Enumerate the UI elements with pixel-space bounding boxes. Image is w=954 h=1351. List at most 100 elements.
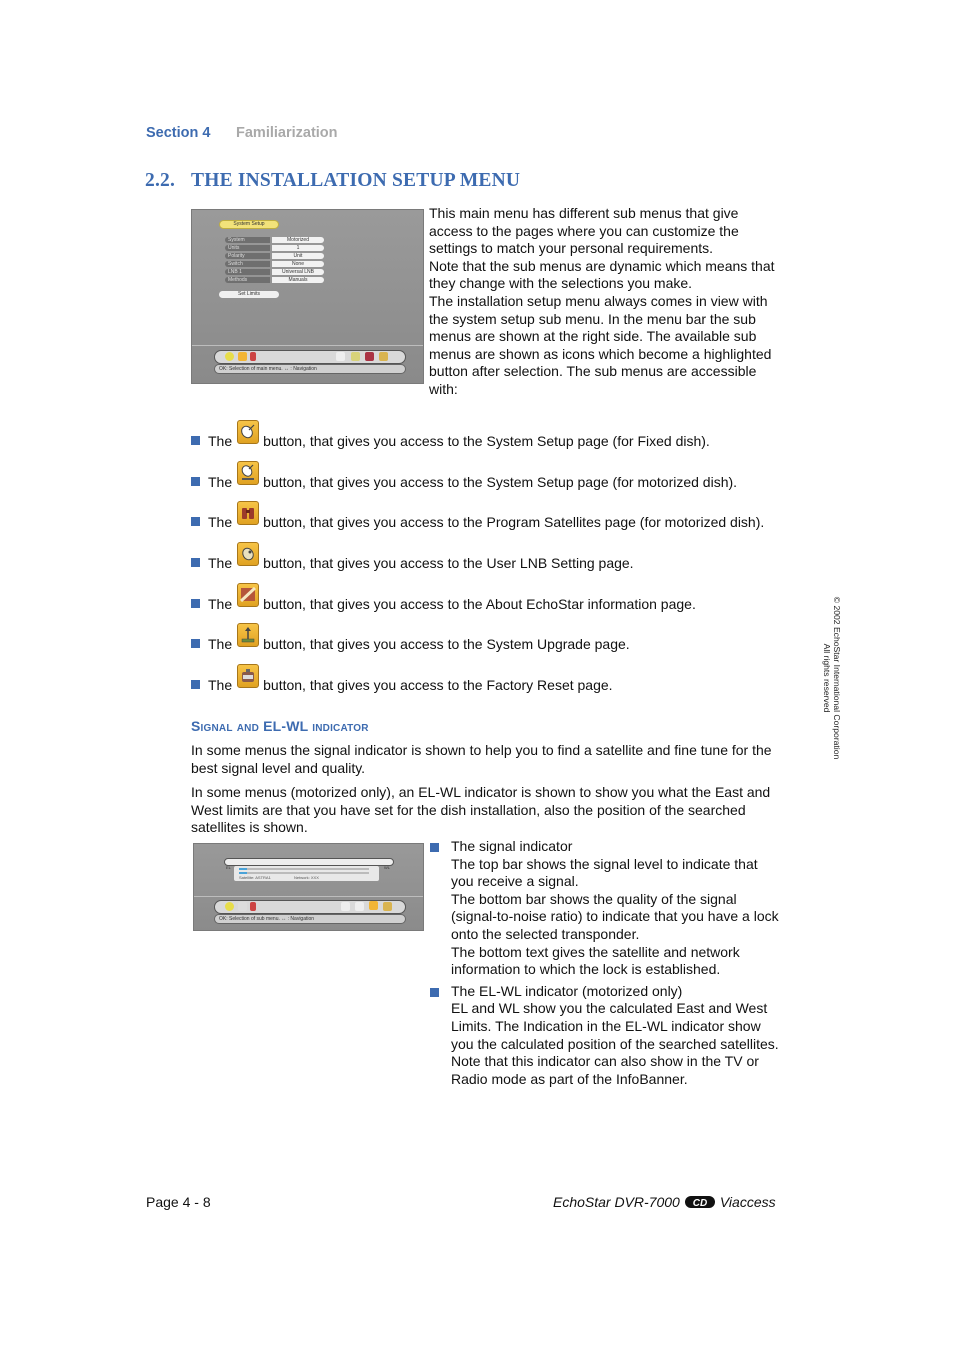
binoculars-mini-icon xyxy=(369,901,378,910)
upgrade-mini-icon xyxy=(379,352,388,361)
dish-fixed-mini-icon xyxy=(341,902,350,911)
bullet-prefix: The xyxy=(208,514,233,530)
setup-title-pill: System Setup xyxy=(219,220,279,229)
bullet-square xyxy=(191,436,200,445)
item-line: EL and WL show you the calculated East a… xyxy=(451,1000,779,1087)
signal-status-bar: OK: Selection of sub menu. ↔ : Navigatio… xyxy=(214,914,406,924)
bullet-square xyxy=(191,680,200,689)
dish-fixed-mini-icon xyxy=(336,352,345,361)
setup-row-label: Switch xyxy=(225,261,270,267)
brand-name: Viaccess xyxy=(719,1194,776,1210)
bullet-text: button, that gives you access to the Abo… xyxy=(263,596,696,612)
setup-row-value: None xyxy=(272,261,324,267)
bullet-text: button, that gives you access to the Sys… xyxy=(263,474,738,490)
svg-text:CD: CD xyxy=(693,1198,707,1208)
bullet-prefix: The xyxy=(208,636,233,652)
page-heading: 2.2. THE INSTALLATION SETUP MENU xyxy=(145,170,520,192)
system-upgrade-icon xyxy=(237,623,260,647)
wl-label: WL xyxy=(384,865,390,870)
submenu-item: The button, that gives you access to the … xyxy=(191,501,764,531)
binoculars-icon xyxy=(237,501,260,525)
menubar xyxy=(214,350,406,364)
bullet-text: button, that gives you access to the Use… xyxy=(263,555,634,571)
bullet-square xyxy=(191,639,200,648)
copyright-line: © 2002 EchoStar International Corporatio… xyxy=(832,596,842,760)
intro-text: This main menu has different sub menus t… xyxy=(429,205,781,399)
footer-product: EchoStar DVR-7000 CD Viaccess xyxy=(553,1194,776,1211)
menubar-divider xyxy=(194,896,423,897)
bullet-prefix: The xyxy=(208,555,233,571)
section-name: Familiarization xyxy=(236,125,338,141)
lnb-mini-icon xyxy=(351,352,360,361)
signal-item: The EL-WL indicator (motorized only) EL … xyxy=(429,983,784,1089)
bullet-square xyxy=(191,477,200,486)
bullet-text: button, that gives you access to the Pro… xyxy=(263,514,765,530)
setup-row-label: System xyxy=(225,237,270,243)
signal-item: The signal indicator The top bar shows t… xyxy=(429,838,784,979)
about-echostar-icon xyxy=(237,583,260,607)
submenu-item: The button, that gives you access to the … xyxy=(191,420,710,450)
copyright-note: © 2002 EchoStar International Corporatio… xyxy=(812,583,842,773)
menubar-divider xyxy=(192,345,423,346)
heading-number: 2.2. xyxy=(145,170,176,191)
intro-paragraph: This main menu has different sub menus t… xyxy=(429,205,739,257)
binoculars-mini-icon xyxy=(365,352,374,361)
signal-section-title: Signal and EL-WL indicator xyxy=(191,718,369,734)
record-icon xyxy=(250,902,256,911)
lnb-mini-icon xyxy=(355,902,364,911)
submenu-item: The button, that gives you access to the … xyxy=(191,664,613,694)
setup-row-value: Universal LNB xyxy=(272,269,324,275)
tv-mode-icon xyxy=(225,352,234,361)
item-line: The top bar shows the signal level to in… xyxy=(451,855,758,890)
bullet-text: button, that gives you access to the Sys… xyxy=(263,433,710,449)
bullet-text: button, that gives you access to the Fac… xyxy=(263,677,613,693)
submenu-item: The button, that gives you access to the … xyxy=(191,542,634,572)
record-icon xyxy=(250,352,256,361)
satellite-dish-fixed-icon xyxy=(237,420,260,444)
signal-quality-bar xyxy=(239,872,369,874)
signal-items-list: The signal indicator The top bar shows t… xyxy=(429,838,784,1088)
setup-row-label: Methods xyxy=(225,277,270,283)
bullet-square xyxy=(430,843,439,852)
factory-reset-icon xyxy=(237,664,260,688)
copyright-line: All rights reserved xyxy=(822,643,832,713)
setup-row-label: LNB 1 xyxy=(225,269,270,275)
menubar xyxy=(214,900,406,914)
setup-row-value: 1 xyxy=(272,245,324,251)
network-text: Network: XXX xyxy=(294,875,319,880)
bullet-square xyxy=(191,517,200,526)
signal-paragraph-2: In some menus (motorized only), an EL-WL… xyxy=(191,784,771,836)
subhead-part: Signal and xyxy=(191,718,264,734)
setup-status-bar: OK: Selection of main menu. ↔ : Navigati… xyxy=(214,364,406,374)
bullet-prefix: The xyxy=(208,433,233,449)
setup-row-value: Manuals xyxy=(272,277,324,283)
intro-paragraph: The installation setup menu always comes… xyxy=(429,292,772,397)
intro-paragraph: Note that the sub menus are dynamic whic… xyxy=(429,257,775,292)
submenu-item: The button, that gives you access to the … xyxy=(191,461,737,491)
submenu-item: The button, that gives you access to the … xyxy=(191,583,696,613)
section-label: Section 4 xyxy=(146,125,211,141)
set-limits-pill: Set Limits xyxy=(219,291,279,298)
el-label: EL xyxy=(226,865,231,870)
setup-row-value: Motorized xyxy=(272,237,324,243)
setup-row-label: Polarity xyxy=(225,253,270,259)
subhead-part: EL-WL xyxy=(263,718,309,734)
signal-paragraph-1: In some menus the signal indicator is sh… xyxy=(191,742,772,776)
system-setup-screenshot: System Setup System Motorized Units 1 Po… xyxy=(191,209,424,384)
installation-icon xyxy=(238,352,247,361)
bullet-square xyxy=(430,987,439,997)
installation-icon xyxy=(238,902,247,911)
product-name: EchoStar DVR-7000 xyxy=(553,1194,680,1210)
bullet-square xyxy=(191,558,200,567)
setup-row-label: Units xyxy=(225,245,270,251)
subhead-part: indicator xyxy=(308,718,369,734)
item-title: The EL-WL indicator (motorized only) xyxy=(451,982,683,999)
bullet-text: button, that gives you access to the Sys… xyxy=(263,636,630,652)
submenu-item: The button, that gives you access to the … xyxy=(191,623,630,653)
upgrade-mini-icon xyxy=(383,902,392,911)
satellite-dish-motorized-icon xyxy=(237,461,260,485)
item-line: The bottom bar shows the quality of the … xyxy=(451,890,779,942)
bullet-prefix: The xyxy=(208,596,233,612)
el-wl-bar xyxy=(224,858,394,866)
bullet-prefix: The xyxy=(208,677,233,693)
